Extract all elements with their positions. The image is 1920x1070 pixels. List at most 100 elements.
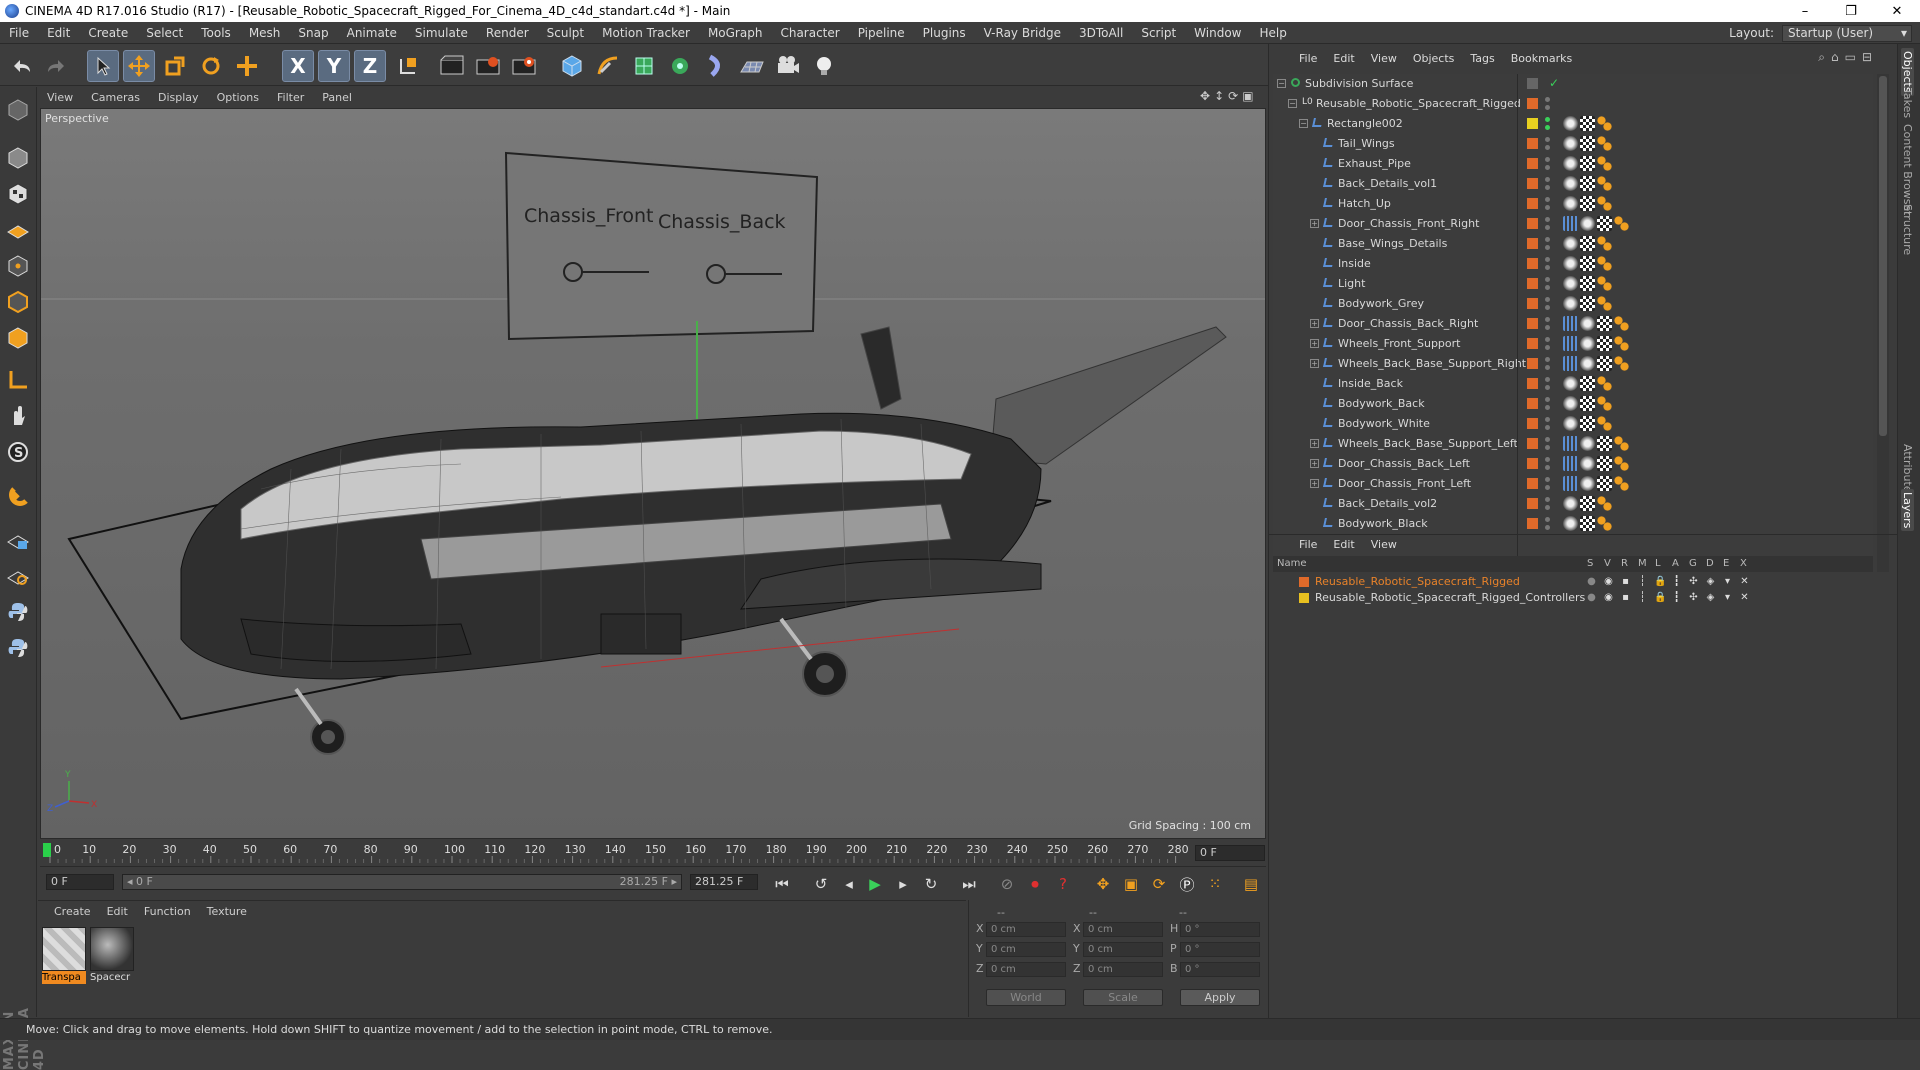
- menu-mograph[interactable]: MoGraph: [699, 26, 772, 40]
- object-row[interactable]: Back_Details_vol1: [1273, 174, 1873, 194]
- previous-key-icon[interactable]: ↺: [810, 873, 832, 895]
- phong-tag-icon[interactable]: [1563, 176, 1578, 191]
- coordinate-system-icon[interactable]: [392, 50, 424, 82]
- coord-rot-b-field[interactable]: 0 °: [1180, 962, 1260, 977]
- layer-menu-view[interactable]: View: [1363, 538, 1405, 551]
- material-menu-function[interactable]: Function: [136, 905, 199, 918]
- object-row[interactable]: − L0 Reusable_Robotic_Spacecraft_Rigged: [1273, 94, 1873, 114]
- rotate-tool-icon[interactable]: [195, 50, 227, 82]
- magnet-icon[interactable]: [3, 483, 33, 513]
- editor-visibility-dot[interactable]: [1545, 237, 1550, 242]
- selection-tag-icon[interactable]: [1597, 296, 1612, 311]
- viewport-menu-cameras[interactable]: Cameras: [82, 91, 149, 104]
- selection-tag-icon[interactable]: [1597, 136, 1612, 151]
- animation-icon[interactable]: ┇: [1671, 592, 1682, 603]
- layer-color-swatch[interactable]: [1527, 278, 1538, 289]
- coord-size-x-field[interactable]: 0 cm: [1083, 922, 1163, 937]
- editor-visibility-dot[interactable]: [1545, 437, 1550, 442]
- menu-tools[interactable]: Tools: [192, 26, 240, 40]
- texture-tag-icon[interactable]: [1580, 176, 1595, 191]
- layer-color-swatch[interactable]: [1527, 118, 1538, 129]
- autokeying-icon[interactable]: ?: [1052, 873, 1074, 895]
- visible-eye-icon[interactable]: ◉: [1603, 576, 1614, 587]
- select-tool-icon[interactable]: [87, 50, 119, 82]
- expression-icon[interactable]: ▾: [1722, 576, 1733, 587]
- object-menu-objects[interactable]: Objects: [1405, 52, 1463, 65]
- y-axis-lock-button[interactable]: Y: [318, 50, 350, 82]
- editor-visibility-dot[interactable]: [1545, 517, 1550, 522]
- deformer-icon[interactable]: ◈: [1705, 576, 1716, 587]
- constraint-tag-icon[interactable]: [1563, 436, 1578, 451]
- playhead-marker[interactable]: [43, 843, 51, 857]
- phong-tag-icon[interactable]: [1563, 396, 1578, 411]
- render-visibility-dot[interactable]: [1545, 245, 1550, 250]
- editor-visibility-dot[interactable]: [1545, 277, 1550, 282]
- phong-tag-icon[interactable]: [1580, 356, 1595, 371]
- texture-tag-icon[interactable]: [1580, 416, 1595, 431]
- layer-color-swatch[interactable]: [1527, 158, 1538, 169]
- selection-tag-icon[interactable]: [1597, 236, 1612, 251]
- coord-world-dropdown[interactable]: World: [986, 989, 1066, 1006]
- scale-tool-icon[interactable]: [159, 50, 191, 82]
- key-parameter-icon[interactable]: Ⓟ: [1176, 873, 1198, 895]
- material-spacecraft[interactable]: Spacecr: [90, 927, 134, 985]
- coord-pos-x-field[interactable]: 0 cm: [986, 922, 1066, 937]
- viewport-maximize-icon[interactable]: ▣: [1242, 89, 1253, 103]
- phong-tag-icon[interactable]: [1580, 336, 1595, 351]
- phong-tag-icon[interactable]: [1563, 136, 1578, 151]
- phong-tag-icon[interactable]: [1563, 156, 1578, 171]
- play-icon[interactable]: ▶: [864, 873, 886, 895]
- expand-toggle-icon[interactable]: −: [1288, 99, 1297, 108]
- z-axis-lock-button[interactable]: Z: [354, 50, 386, 82]
- render-visibility-dot[interactable]: [1545, 145, 1550, 150]
- key-rotation-icon[interactable]: ⟳: [1148, 873, 1170, 895]
- menu-v-ray-bridge[interactable]: V-Ray Bridge: [975, 26, 1070, 40]
- phong-tag-icon[interactable]: [1563, 376, 1578, 391]
- object-menu-tags[interactable]: Tags: [1462, 52, 1502, 65]
- object-tree-scrollbar[interactable]: [1877, 74, 1889, 572]
- next-key-icon[interactable]: ↻: [920, 873, 942, 895]
- object-row[interactable]: − Rectangle002: [1273, 114, 1873, 134]
- side-tab-structure[interactable]: Structure: [1901, 204, 1914, 255]
- editor-visibility-dot[interactable]: [1545, 497, 1550, 502]
- object-row[interactable]: Bodywork_White: [1273, 414, 1873, 434]
- floor-scene-icon[interactable]: [736, 50, 768, 82]
- axis-mode-icon[interactable]: [3, 365, 33, 395]
- coord-size-z-field[interactable]: 0 cm: [1083, 962, 1163, 977]
- coord-size-y-field[interactable]: 0 cm: [1083, 942, 1163, 957]
- object-menu-file[interactable]: File: [1291, 52, 1325, 65]
- object-row[interactable]: Inside: [1273, 254, 1873, 274]
- next-frame-icon[interactable]: ▸: [892, 873, 914, 895]
- coord-rot-p-field[interactable]: 0 °: [1180, 942, 1260, 957]
- render-view-icon[interactable]: [436, 50, 468, 82]
- texture-tag-icon[interactable]: [1580, 136, 1595, 151]
- edges-mode-icon[interactable]: [3, 287, 33, 317]
- home-icon[interactable]: ⌂: [1831, 50, 1839, 65]
- render-visibility-dot[interactable]: [1545, 365, 1550, 370]
- menu-animate[interactable]: Animate: [338, 26, 406, 40]
- constraint-tag-icon[interactable]: [1563, 216, 1578, 231]
- object-row[interactable]: Bodywork_Back: [1273, 394, 1873, 414]
- xref-icon[interactable]: ✕: [1739, 592, 1750, 603]
- layer-color-swatch[interactable]: [1527, 498, 1538, 509]
- expand-toggle-icon[interactable]: +: [1310, 459, 1319, 468]
- object-row[interactable]: + Door_Chassis_Front_Right: [1273, 214, 1873, 234]
- editor-visibility-dot[interactable]: [1545, 337, 1550, 342]
- editor-visibility-dot[interactable]: [1545, 197, 1550, 202]
- texture-tag-icon[interactable]: [1580, 196, 1595, 211]
- filter-icon[interactable]: ▭: [1845, 50, 1856, 65]
- tweak-mode-icon[interactable]: [3, 401, 33, 431]
- render-icon[interactable]: ▪: [1620, 592, 1631, 603]
- layer-color-swatch[interactable]: [1527, 98, 1538, 109]
- expand-toggle-icon[interactable]: +: [1310, 339, 1319, 348]
- phong-tag-icon[interactable]: [1563, 256, 1578, 271]
- layer-color-swatch[interactable]: [1527, 238, 1538, 249]
- redo-icon[interactable]: [40, 50, 72, 82]
- collapse-icon[interactable]: ⊟: [1862, 50, 1872, 65]
- object-row[interactable]: + Door_Chassis_Back_Right: [1273, 314, 1873, 334]
- coord-scale-dropdown[interactable]: Scale: [1083, 989, 1163, 1006]
- record-active-objects-icon[interactable]: ⏺: [1024, 873, 1046, 895]
- object-row[interactable]: Hatch_Up: [1273, 194, 1873, 214]
- layer-color-swatch[interactable]: [1527, 358, 1538, 369]
- render-visibility-dot[interactable]: [1545, 325, 1550, 330]
